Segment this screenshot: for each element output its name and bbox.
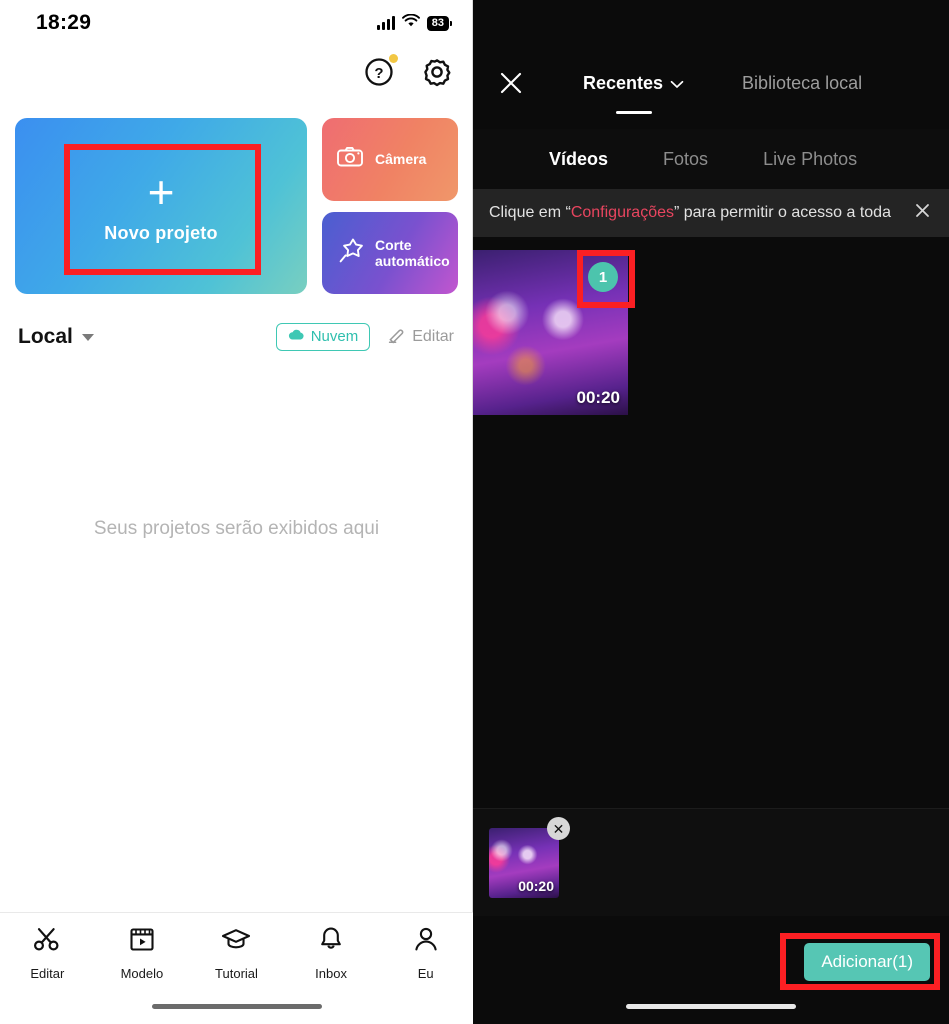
nav-item-eu[interactable]: Eu [378,924,473,981]
nav-item-inbox[interactable]: Inbox [284,924,379,981]
nav-label-modelo: Modelo [120,965,164,981]
picker-header: Recentes Biblioteca local [473,52,949,114]
notification-dot [389,54,398,63]
auto-cut-card[interactable]: Corte automático [322,211,458,294]
plus-icon: + [147,165,175,218]
source-tab-biblioteca-label: Biblioteca local [742,72,863,93]
permission-banner[interactable]: Clique em “Configurações” para permitir … [473,189,949,237]
nav-item-editar[interactable]: Editar [0,924,95,981]
picker-footer: Adicionar(1) [473,916,949,1024]
bell-icon [316,924,346,959]
help-icon[interactable]: ? [362,54,398,89]
selection-badge[interactable]: 1 [588,262,618,292]
banner-close-icon[interactable] [914,202,931,224]
permission-banner-link[interactable]: Configurações [571,204,674,222]
thumbnail-duration: 00:20 [576,388,620,407]
empty-projects-message: Seus projetos serão exibidos aqui [93,518,380,539]
bottom-navigation-bar: Editar Modelo Tutorial Inbox Eu [0,912,473,1024]
nav-item-modelo[interactable]: Modelo [95,924,190,981]
tab-fotos[interactable]: Fotos [663,149,708,170]
edit-label: Editar [412,328,454,345]
status-bar: 18:29 83 [0,0,473,46]
close-icon[interactable] [489,70,533,96]
cloud-label: Nuvem [310,328,359,345]
home-indicator [626,1004,796,1009]
new-project-card[interactable]: + Novo projeto [15,118,307,294]
permission-banner-prefix: Clique em “ [489,204,571,221]
source-tab-recentes-label: Recentes [583,72,664,93]
top-actions: ? [362,54,454,89]
auto-cut-label: Corte automático [375,236,450,269]
pencil-icon [387,325,406,349]
magic-wand-icon [336,235,366,270]
local-label: Local [18,325,73,348]
nav-label-editar: Editar [30,965,65,981]
nav-label-tutorial: Tutorial [215,965,258,981]
scissors-icon [32,924,62,959]
cloud-button[interactable]: Nuvem [275,323,371,351]
nav-label-eu: Eu [417,965,434,981]
svg-text:?: ? [374,65,383,82]
chevron-down-icon [670,73,684,94]
camera-label: Câmera [375,151,427,168]
active-tab-underline [615,110,652,114]
battery-indicator: 83 [426,15,453,31]
media-picker-panel: Recentes Biblioteca local Vídeos Fotos L… [473,0,949,1024]
status-time: 18:29 [36,11,92,34]
graduation-cap-icon [221,924,251,959]
add-button[interactable]: Adicionar(1) [804,943,930,981]
chevron-down-icon[interactable] [81,333,94,341]
home-screen-panel: 18:29 83 ? + Novo projeto Câmera Corte a… [0,0,473,1024]
tray-item-duration: 00:20 [518,878,554,894]
cloud-icon [288,328,305,345]
media-grid: 1 00:20 [473,250,949,810]
side-action-cards: Câmera Corte automático [322,118,458,294]
new-project-label: Novo projeto [104,222,218,243]
home-indicator [151,1004,322,1009]
camera-icon [336,145,366,174]
selected-media-tray: 00:20 ✕ [473,808,949,916]
nav-label-inbox: Inbox [315,965,347,981]
clapperboard-icon [127,924,157,959]
media-thumbnail[interactable]: 1 00:20 [473,250,628,415]
permission-banner-suffix: ” para permitir o acesso a toda [673,204,891,221]
status-icons: 83 [376,13,453,33]
edit-projects-button[interactable]: Editar [387,325,454,349]
person-icon [411,924,441,959]
source-tab-biblioteca-local[interactable]: Biblioteca local [742,73,862,94]
camera-card[interactable]: Câmera [322,118,458,201]
tray-item[interactable]: 00:20 ✕ [489,817,570,898]
tab-videos[interactable]: Vídeos [549,149,608,170]
cellular-signal-icon [376,16,395,30]
quick-actions-row: + Novo projeto Câmera Corte automático [15,118,458,294]
tab-live-photos[interactable]: Live Photos [763,149,857,170]
wifi-icon [401,13,420,33]
tray-item-remove-close-icon[interactable]: ✕ [547,817,570,840]
app-screenshot: 18:29 83 ? + Novo projeto Câmera Corte a… [0,0,949,1024]
projects-section-header: Local Nuvem Editar [18,318,458,356]
nav-item-tutorial[interactable]: Tutorial [189,924,284,981]
media-type-tabs: Vídeos Fotos Live Photos [473,129,949,189]
source-tab-recentes[interactable]: Recentes [583,72,684,114]
gear-icon[interactable] [420,55,454,89]
